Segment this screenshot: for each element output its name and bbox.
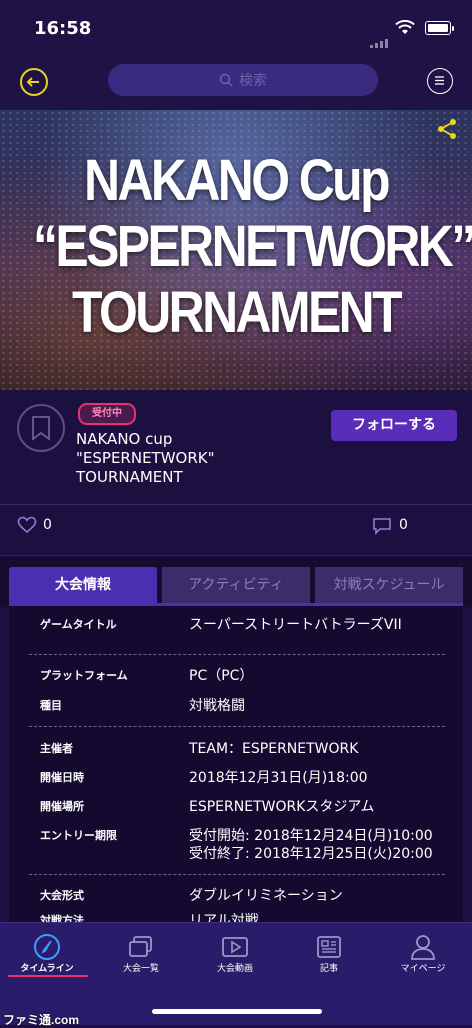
detail-label: 対戦方法: [40, 914, 84, 922]
bookmark-icon: [32, 416, 50, 441]
nav-mypage[interactable]: マイページ: [376, 923, 470, 993]
menu-button[interactable]: [427, 68, 453, 94]
detail-label: エントリー期限: [40, 829, 117, 842]
divider: [29, 726, 445, 727]
video-icon: [222, 937, 248, 957]
detail-label: 大会形式: [40, 889, 84, 902]
detail-value: ダブルイリミネーション: [189, 888, 343, 904]
detail-value: ESPERNETWORKスタジアム: [189, 799, 375, 815]
hero-title-line-3: TOURNAMENT: [72, 280, 403, 345]
back-button[interactable]: [20, 68, 48, 96]
hero-banner: NAKANO Cup “ESPERNETWORK” TOURNAMENT: [0, 110, 472, 390]
person-icon: [411, 935, 435, 960]
event-title: NAKANO cup "ESPERNETWORK" TOURNAMENT: [76, 430, 215, 486]
wifi-icon: [395, 20, 415, 34]
nav-articles[interactable]: 記事: [282, 923, 376, 993]
nav-tournament-list[interactable]: 大会一覧: [94, 923, 188, 993]
detail-value: PC（PC）: [189, 668, 254, 684]
detail-value: 2018年12月31日(月)18:00: [189, 770, 368, 786]
search-bar[interactable]: 検索: [108, 64, 378, 96]
home-indicator[interactable]: [152, 1009, 322, 1014]
nav-timeline[interactable]: タイムライン: [0, 923, 94, 993]
bookmark-button[interactable]: [17, 404, 65, 452]
cards-icon: [129, 936, 152, 957]
detail-value: TEAM：ESPERNETWORK: [189, 741, 359, 757]
share-icon[interactable]: [436, 118, 458, 140]
detail-value: スーパーストリートバトラーズVII: [189, 617, 402, 633]
search-icon: [219, 73, 233, 87]
hamburger-icon: [435, 76, 444, 85]
nav-label: 記事: [319, 964, 338, 974]
tournament-details: ゲームタイトル スーパーストリートバトラーズVII プラットフォーム PC（PC…: [9, 606, 463, 922]
detail-value: 受付開始: 2018年12月24日(月)10:00 受付終了: 2018年12月…: [189, 828, 433, 862]
nav-label: マイページ: [400, 964, 446, 974]
hero-title-line-1: NAKANO Cup: [84, 148, 391, 213]
tab-schedule[interactable]: 対戦スケジュール: [315, 567, 463, 603]
nav-label: 大会一覧: [122, 964, 159, 974]
bottom-navigation: タイムライン 大会一覧 大会動画 記事 マイページ ファミ通.com: [0, 922, 472, 1027]
tab-bar: 大会情報 アクティビティ 対戦スケジュール: [0, 557, 472, 607]
reaction-bar: 0 0: [0, 505, 472, 556]
active-indicator: [8, 975, 88, 977]
divider: [29, 874, 445, 875]
news-icon: [317, 936, 341, 958]
back-arrow-icon: [26, 77, 39, 87]
comment-icon[interactable]: [372, 517, 392, 535]
nav-videos[interactable]: 大会動画: [188, 923, 282, 993]
signal-icon: [370, 29, 390, 48]
status-bar: 16:58: [0, 0, 472, 58]
top-bar: 検索: [0, 58, 472, 110]
tab-tournament-info[interactable]: 大会情報: [9, 567, 157, 603]
detail-label: 種目: [40, 699, 62, 712]
detail-label: 主催者: [40, 742, 73, 755]
status-time: 16:58: [34, 18, 92, 39]
detail-value: リアル対戦: [189, 913, 259, 922]
detail-label: ゲームタイトル: [40, 618, 117, 631]
nav-label: 大会動画: [216, 964, 253, 974]
like-count: 0: [43, 517, 52, 533]
heart-icon[interactable]: [17, 516, 37, 534]
divider: [29, 654, 445, 655]
watermark: ファミ通.com: [3, 1013, 80, 1027]
event-info: 受付中 NAKANO cup "ESPERNETWORK" TOURNAMENT…: [0, 390, 472, 505]
hero-title: NAKANO Cup “ESPERNETWORK” TOURNAMENT: [33, 148, 472, 346]
comment-count: 0: [399, 517, 408, 533]
search-placeholder: 検索: [239, 73, 267, 89]
detail-value: 対戦格闘: [189, 698, 245, 714]
detail-label: 開催場所: [40, 800, 84, 813]
tab-activity[interactable]: アクティビティ: [162, 567, 310, 603]
hero-title-line-2: “ESPERNETWORK”: [33, 214, 472, 279]
status-badge: 受付中: [78, 403, 136, 425]
follow-button[interactable]: フォローする: [331, 410, 457, 441]
compass-icon: [34, 934, 60, 960]
battery-icon: [425, 21, 454, 35]
detail-label: プラットフォーム: [40, 669, 128, 682]
nav-label: タイムライン: [20, 964, 74, 974]
detail-label: 開催日時: [40, 771, 84, 784]
